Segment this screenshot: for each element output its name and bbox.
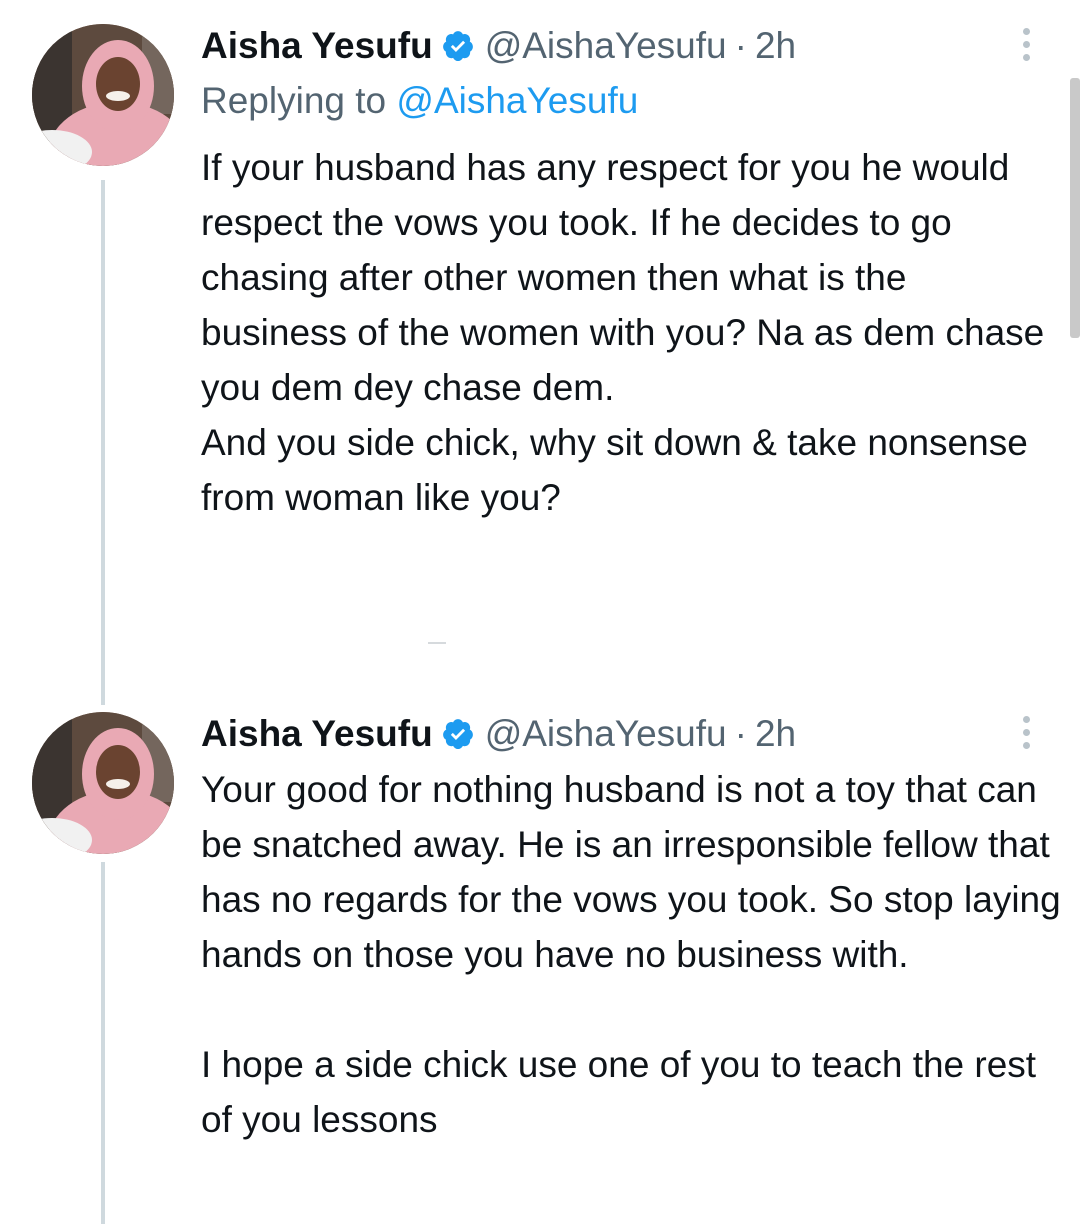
user-handle[interactable]: @AishaYesufu	[485, 25, 727, 67]
tweet-text: If your husband has any respect for you …	[201, 147, 1045, 518]
avatar[interactable]	[32, 712, 174, 854]
profile-photo	[32, 712, 174, 854]
avatar[interactable]	[32, 24, 174, 166]
tweet-text: Your good for nothing husband is not a t…	[201, 769, 1061, 1140]
user-handle[interactable]: @AishaYesufu	[485, 713, 727, 755]
tweet-header: Aisha Yesufu @AishaYesufu · 2h	[201, 22, 796, 70]
replying-to: Replying to @AishaYesufu	[201, 80, 638, 122]
more-options-icon[interactable]	[1012, 708, 1040, 756]
verified-badge-icon	[441, 29, 475, 63]
timestamp[interactable]: 2h	[755, 713, 796, 755]
replying-to-mention[interactable]: @AishaYesufu	[396, 80, 638, 121]
tweet-header: Aisha Yesufu @AishaYesufu · 2h	[201, 710, 796, 758]
separator: ·	[734, 25, 747, 66]
more-options-icon[interactable]	[1012, 20, 1040, 68]
replying-to-label: Replying to	[201, 80, 387, 121]
separator: ·	[734, 713, 747, 754]
profile-photo	[32, 24, 174, 166]
timestamp[interactable]: 2h	[755, 25, 796, 67]
thread-connector-line	[101, 862, 105, 1224]
divider	[428, 642, 446, 644]
verified-badge-icon	[441, 717, 475, 751]
scrollbar[interactable]	[1070, 78, 1080, 338]
display-name[interactable]: Aisha Yesufu	[201, 25, 433, 67]
display-name[interactable]: Aisha Yesufu	[201, 713, 433, 755]
thread-connector-line	[101, 180, 105, 705]
